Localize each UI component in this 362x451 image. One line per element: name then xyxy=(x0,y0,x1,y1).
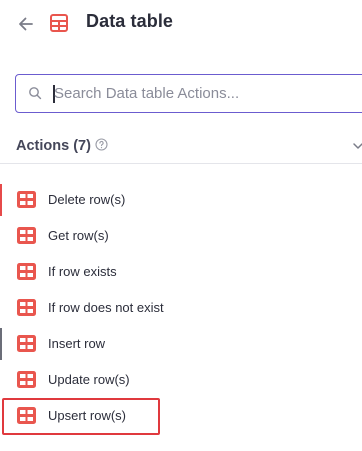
action-label: Delete row(s) xyxy=(48,192,126,207)
table-icon xyxy=(17,299,36,316)
action-get-rows[interactable]: Get row(s) xyxy=(0,218,362,254)
selection-indicator xyxy=(0,184,2,216)
table-icon xyxy=(50,14,68,32)
actions-section-header[interactable]: Actions (7) xyxy=(0,130,362,164)
action-label: Insert row xyxy=(48,336,106,351)
action-label: Update row(s) xyxy=(48,372,130,387)
action-upsert-rows[interactable]: Upsert row(s) xyxy=(0,398,362,434)
question-circle-icon[interactable] xyxy=(95,138,108,151)
action-delete-rows[interactable]: Delete row(s) xyxy=(0,182,362,218)
action-label: If row does not exist xyxy=(48,300,164,315)
search-icon xyxy=(29,87,42,100)
action-label: Get row(s) xyxy=(48,228,109,243)
table-icon xyxy=(17,191,36,208)
chevron-down-icon[interactable] xyxy=(351,139,362,153)
action-label: If row exists xyxy=(48,264,117,279)
search-input[interactable] xyxy=(54,81,354,106)
table-icon xyxy=(17,263,36,280)
section-title: Actions (7) xyxy=(16,138,91,154)
table-icon xyxy=(17,335,36,352)
table-icon xyxy=(17,371,36,388)
action-if-row-does-not-exist[interactable]: If row does not exist xyxy=(0,290,362,326)
actions-list: Delete row(s) Get row(s) If row exists I… xyxy=(0,182,362,434)
action-update-rows[interactable]: Update row(s) xyxy=(0,362,362,398)
action-insert-row[interactable]: Insert row xyxy=(0,326,362,362)
search-box[interactable] xyxy=(15,74,362,113)
node-creator-panel: Data table Actions (7) D xyxy=(0,0,362,451)
page-title: Data table xyxy=(86,11,174,31)
panel-header: Data table xyxy=(0,0,362,46)
hover-indicator xyxy=(0,328,2,360)
action-label: Upsert row(s) xyxy=(48,408,127,423)
action-if-row-exists[interactable]: If row exists xyxy=(0,254,362,290)
arrow-left-icon[interactable] xyxy=(16,14,36,34)
table-icon xyxy=(17,227,36,244)
table-icon xyxy=(17,407,36,424)
